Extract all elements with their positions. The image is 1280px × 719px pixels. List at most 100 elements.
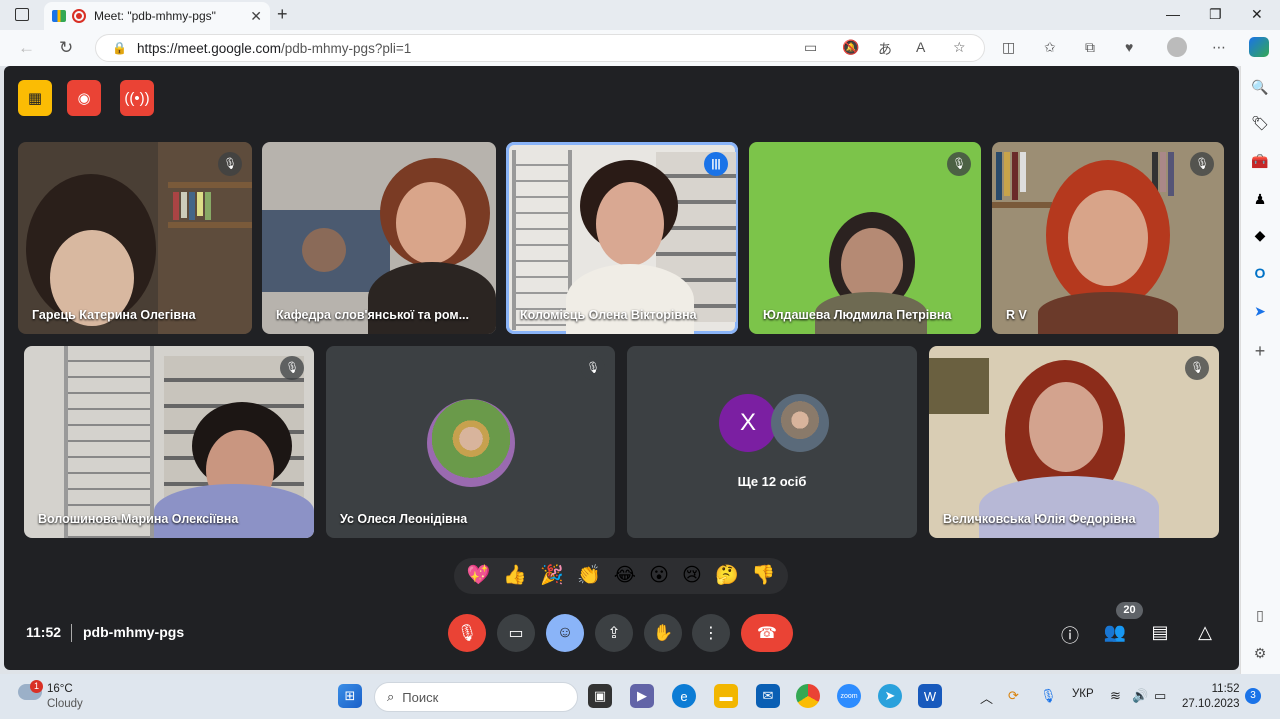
mic-off-button[interactable]: 🎙 xyxy=(448,614,486,652)
telegram-icon[interactable]: ➤ xyxy=(878,684,902,708)
people-icon[interactable]: 👥 xyxy=(1103,622,1127,643)
microphone-icon[interactable]: 🎙 xyxy=(1040,688,1057,704)
performance-icon[interactable]: ♥ xyxy=(1125,39,1133,55)
leave-call-button[interactable]: ☎ xyxy=(741,614,793,652)
participant-avatar xyxy=(771,394,829,452)
windows-taskbar: 1 16°C Cloudy ⊞ ⌕ Поиск ▣ ▶ e ▬ ✉ zoom ➤… xyxy=(0,674,1280,719)
sidebar-panel-icon[interactable]: ▯ xyxy=(1251,606,1269,624)
reaction-party[interactable]: 🎉 xyxy=(540,558,564,594)
restore-button[interactable]: ❐ xyxy=(1209,6,1222,23)
participant-tile[interactable]: 🎙 Волошинова Марина Олексіївна xyxy=(24,346,314,538)
file-explorer-icon[interactable]: ▬ xyxy=(714,684,738,708)
add-icon[interactable]: + xyxy=(1251,342,1269,360)
more-options-button[interactable]: ⋮ xyxy=(692,614,730,652)
close-tab-icon[interactable]: ✕ xyxy=(250,8,262,25)
browser-tab-bar: Meet: "pdb-mhmy-pgs" ✕ + — ❐ ✕ xyxy=(0,0,1280,30)
live-stream-button[interactable]: ((•)) xyxy=(120,80,154,116)
reaction-thumbs-down[interactable]: 👎 xyxy=(752,558,776,594)
tab-actions-icon[interactable] xyxy=(15,8,29,21)
participant-tile[interactable]: ||| Коломієць Олена Вікторівна xyxy=(506,142,738,334)
taskbar-search[interactable]: ⌕ Поиск xyxy=(374,682,578,712)
others-tile[interactable]: X Ще 12 осіб xyxy=(627,346,917,538)
reaction-thinking[interactable]: 🤔 xyxy=(715,558,739,594)
split-screen-icon[interactable]: ◫ xyxy=(1002,39,1015,56)
others-count-label: Ще 12 осіб xyxy=(737,474,807,489)
present-button[interactable]: ⇪ xyxy=(595,614,633,652)
word-icon[interactable]: W xyxy=(918,684,942,708)
camera-button[interactable]: ▭ xyxy=(497,614,535,652)
participant-tile[interactable]: 🎙 Гарець Катерина Олегівна xyxy=(18,142,252,334)
minimize-button[interactable]: — xyxy=(1166,6,1180,22)
camera-icon[interactable]: ▭ xyxy=(804,39,817,56)
volume-icon[interactable]: 🔊 xyxy=(1132,688,1148,704)
activities-icon[interactable]: △ xyxy=(1193,622,1217,643)
sync-icon[interactable]: ⟳ xyxy=(1008,688,1019,704)
chrome-icon[interactable] xyxy=(796,684,820,708)
language-indicator[interactable]: УКР xyxy=(1072,688,1094,700)
zoom-icon[interactable]: zoom xyxy=(837,684,861,708)
settings-icon[interactable]: ⚙ xyxy=(1251,644,1269,662)
edge-icon[interactable]: e xyxy=(672,684,696,708)
microsoft365-icon[interactable]: ◆ xyxy=(1251,226,1269,244)
search-icon[interactable]: 🔍 xyxy=(1251,78,1269,96)
search-icon: ⌕ xyxy=(387,689,395,704)
participant-tile[interactable]: Кафедра слов'янської та ром... xyxy=(262,142,496,334)
raise-hand-button[interactable]: ✋ xyxy=(644,614,682,652)
copilot-icon[interactable] xyxy=(1249,37,1269,57)
task-view-icon[interactable]: ▣ xyxy=(588,684,612,708)
muted-mic-icon: 🎙 xyxy=(947,152,971,176)
meet-logo-icon xyxy=(52,10,66,22)
reaction-clap[interactable]: 👏 xyxy=(577,558,601,594)
meeting-info-icon[interactable]: ⓘ xyxy=(1058,622,1082,648)
captions-off-icon[interactable]: ▦ xyxy=(18,80,52,116)
games-icon[interactable]: ♟ xyxy=(1251,190,1269,208)
notifications-off-icon[interactable]: 🔕 xyxy=(842,39,859,56)
reactions-button[interactable]: ☺ xyxy=(546,614,584,652)
send-icon[interactable]: ➤ xyxy=(1251,302,1269,320)
participant-tile[interactable]: 🎙 Юлдашева Людмила Петрівна xyxy=(749,142,981,334)
refresh-icon[interactable]: ↻ xyxy=(59,38,73,58)
reaction-sad[interactable]: 😢 xyxy=(682,558,702,594)
muted-mic-icon: 🎙 xyxy=(581,356,605,380)
close-window-button[interactable]: ✕ xyxy=(1251,6,1263,23)
participant-tile[interactable]: 🎙 Величковська Юлія Федорівна xyxy=(929,346,1219,538)
browser-tab[interactable]: Meet: "pdb-mhmy-pgs" ✕ xyxy=(44,2,270,30)
participant-tile[interactable]: 🎙 Ус Олеся Леонідівна xyxy=(326,346,615,538)
teams-icon[interactable]: ▶ xyxy=(630,684,654,708)
address-bar-row: ← ↻ 🔒 https://meet.google.com/pdb-mhmy-p… xyxy=(0,30,1280,66)
system-clock[interactable]: 11:52 27.10.2023 xyxy=(1182,682,1240,712)
reaction-laugh[interactable]: 😂 xyxy=(614,558,636,594)
favorite-icon[interactable]: ☆ xyxy=(953,39,966,56)
wifi-icon[interactable]: ≋ xyxy=(1110,688,1121,704)
outlook-icon[interactable]: O xyxy=(1251,264,1269,282)
show-hidden-icons[interactable]: ︿ xyxy=(980,688,993,707)
clock-date: 27.10.2023 xyxy=(1182,698,1240,710)
participant-name: Кафедра слов'янської та ром... xyxy=(276,308,469,322)
weather-widget[interactable]: 16°C Cloudy xyxy=(47,682,83,712)
muted-mic-icon: 🎙 xyxy=(1185,356,1209,380)
battery-icon[interactable]: ▭ xyxy=(1154,688,1166,704)
profile-avatar[interactable] xyxy=(1167,37,1187,57)
start-icon[interactable]: ⊞ xyxy=(338,684,362,708)
reaction-heart[interactable]: 💖 xyxy=(467,558,491,594)
mail-icon[interactable]: ✉ xyxy=(756,684,780,708)
reaction-thumbs-up[interactable]: 👍 xyxy=(503,558,527,594)
notification-count[interactable]: 3 xyxy=(1245,688,1261,704)
meeting-time: 11:52 xyxy=(26,624,62,640)
back-icon[interactable]: ← xyxy=(18,38,35,58)
participant-name: Юлдашева Людмила Петрівна xyxy=(763,308,952,322)
recording-icon xyxy=(72,9,86,23)
participant-name: Величковська Юлія Федорівна xyxy=(943,512,1136,526)
tools-icon[interactable]: 🧰 xyxy=(1251,152,1269,170)
new-tab-button[interactable]: + xyxy=(277,4,288,25)
shopping-icon[interactable]: 🏷 xyxy=(1251,114,1269,132)
reaction-surprised[interactable]: 😮 xyxy=(649,558,669,594)
favorites-icon[interactable]: ✩ xyxy=(1044,39,1056,56)
read-aloud-icon[interactable]: A xyxy=(916,39,925,55)
chat-icon[interactable]: ▤ xyxy=(1148,622,1172,643)
participant-tile[interactable]: 🎙 R V xyxy=(992,142,1224,334)
menu-icon[interactable]: ⋯ xyxy=(1212,39,1226,56)
recording-button[interactable]: ◉ xyxy=(67,80,101,116)
collections-icon[interactable]: ⧉ xyxy=(1085,39,1095,56)
translate-icon[interactable]: あ xyxy=(878,39,892,59)
